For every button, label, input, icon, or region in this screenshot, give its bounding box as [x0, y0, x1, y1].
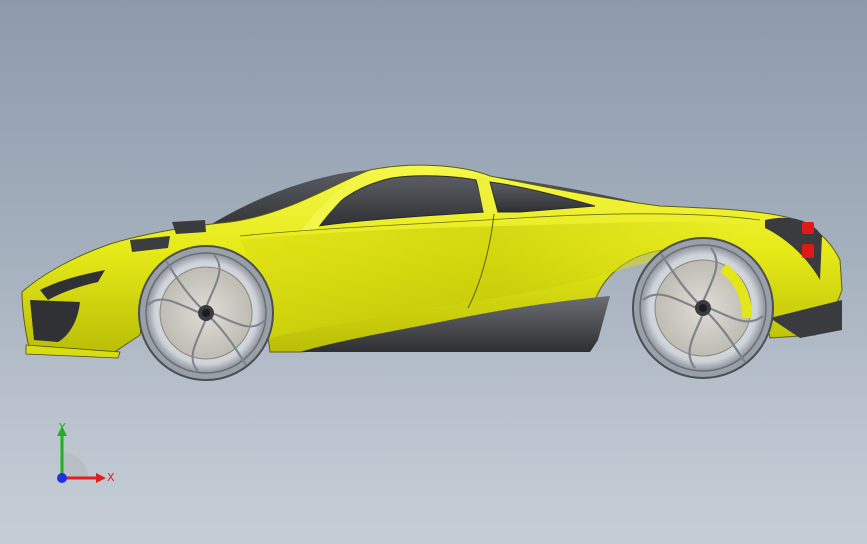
coordinate-triad: Y X	[57, 421, 115, 484]
graphics-viewport[interactable]: Y X	[0, 0, 867, 544]
front-wheel	[138, 245, 274, 381]
tail-light-upper	[802, 222, 814, 234]
x-axis-label: X	[107, 471, 115, 484]
car-model[interactable]	[0, 0, 867, 544]
tail-light-lower	[802, 244, 814, 258]
triad-plane-shading	[62, 452, 88, 478]
side-mirror	[172, 220, 206, 234]
y-axis-label: Y	[58, 421, 66, 434]
rear-wheel	[632, 237, 774, 379]
x-axis-arrow	[96, 473, 106, 483]
z-axis-dot	[57, 473, 67, 483]
